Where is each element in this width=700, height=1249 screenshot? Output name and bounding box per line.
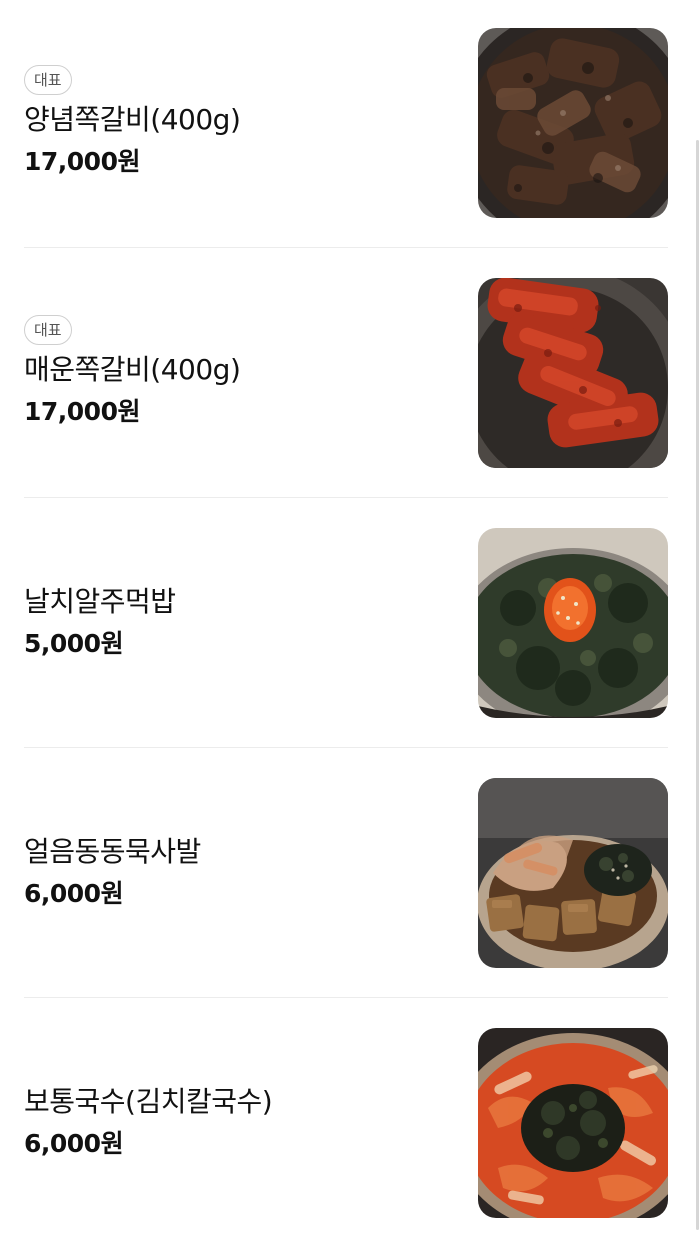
menu-item[interactable]: 날치알주먹밥 5,000원	[24, 498, 668, 748]
menu-item-name: 매운쪽갈비(400g)	[24, 353, 241, 386]
menu-item-photo[interactable]	[478, 28, 668, 218]
menu-item-info: 대표 양념쪽갈비(400g) 17,000원	[24, 0, 454, 248]
menu-item-info: 대표 매운쪽갈비(400g) 17,000원	[24, 248, 454, 498]
menu-item[interactable]: 대표 양념쪽갈비(400g) 17,000원	[24, 0, 668, 248]
menu-item-price: 5,000원	[24, 629, 124, 658]
menu-item-info: 날치알주먹밥 5,000원	[24, 498, 454, 748]
menu-item-price: 6,000원	[24, 879, 124, 908]
menu-item-info: 보통국수(김치칼국수) 6,000원	[24, 998, 454, 1248]
menu-list: 대표 양념쪽갈비(400g) 17,000원 대표 매운쪽갈비(400g) 17…	[0, 0, 700, 1249]
signature-badge: 대표	[24, 315, 72, 345]
scrollbar-thumb[interactable]	[696, 140, 699, 1230]
scrollbar[interactable]	[694, 0, 700, 1249]
menu-item-photo[interactable]	[478, 1028, 668, 1218]
menu-item-price: 6,000원	[24, 1129, 124, 1158]
menu-item-photo[interactable]	[478, 778, 668, 968]
menu-item-name: 날치알주먹밥	[24, 585, 176, 618]
menu-item[interactable]: 얼음동동묵사발 6,000원	[24, 748, 668, 998]
menu-item-name: 보통국수(김치칼국수)	[24, 1085, 273, 1118]
menu-item-name: 양념쪽갈비(400g)	[24, 103, 241, 136]
menu-item-price: 17,000원	[24, 147, 140, 176]
menu-item[interactable]: 대표 매운쪽갈비(400g) 17,000원	[24, 248, 668, 498]
menu-item-name: 얼음동동묵사발	[24, 835, 201, 868]
menu-item-price: 17,000원	[24, 397, 140, 426]
signature-badge: 대표	[24, 65, 72, 95]
menu-item[interactable]: 보통국수(김치칼국수) 6,000원	[24, 998, 668, 1248]
menu-item-photo[interactable]	[478, 528, 668, 718]
menu-item-info: 얼음동동묵사발 6,000원	[24, 748, 454, 998]
menu-item-photo[interactable]	[478, 278, 668, 468]
